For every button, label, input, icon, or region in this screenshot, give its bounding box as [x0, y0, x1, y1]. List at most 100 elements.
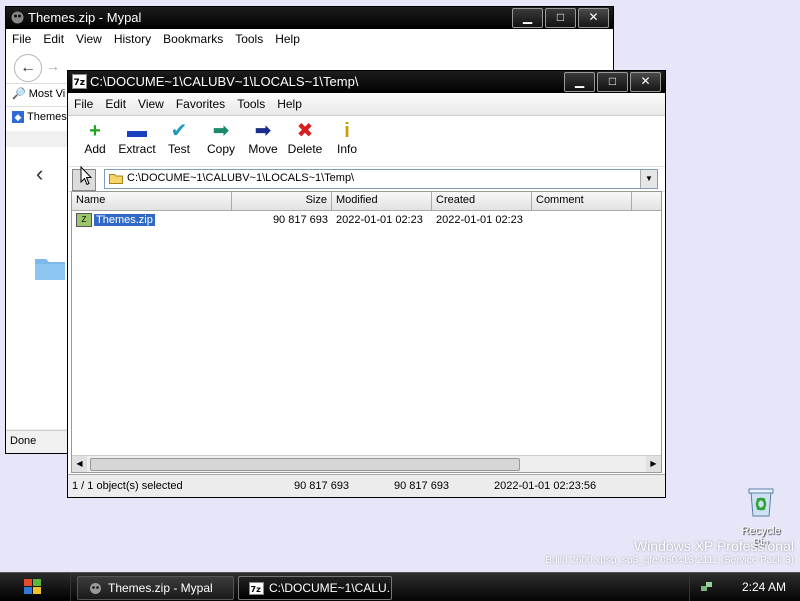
mypal-title: Themes.zip - Mypal: [28, 10, 142, 25]
mypal-close-button[interactable]: ✕: [578, 8, 609, 28]
sevenzip-menu-help[interactable]: Help: [271, 97, 308, 111]
clock[interactable]: 2:24 AM: [742, 580, 786, 594]
address-row: C:\DOCUME~1\CALUBV~1\LOCALS~1\Temp\ ▼: [68, 167, 665, 192]
sevenzip-menu-file[interactable]: File: [68, 97, 99, 111]
sevenzip-app-icon: 7z: [72, 74, 87, 89]
sevenzip-menu-view[interactable]: View: [132, 97, 170, 111]
bookmark-most-visited[interactable]: 🔎 Most Vi: [12, 87, 65, 100]
cell-size: 90 817 693: [272, 214, 328, 226]
copy-button[interactable]: ➡ Copy: [200, 120, 242, 166]
info-button[interactable]: i Info: [326, 120, 368, 166]
extract-icon: ▬: [127, 120, 147, 142]
file-name: Themes.zip: [94, 213, 155, 226]
folder-icon: [109, 174, 123, 184]
tab-themes[interactable]: ◆ Themes: [12, 111, 67, 124]
sevenzip-menu-favorites[interactable]: Favorites: [170, 97, 231, 111]
scroll-left-icon[interactable]: ◀: [72, 456, 87, 472]
back-button[interactable]: ←: [14, 54, 42, 82]
horizontal-scrollbar[interactable]: ◀ ▶: [72, 455, 661, 472]
copy-icon: ➡: [212, 120, 230, 142]
cell-modified: 2022-01-01 02:23: [336, 214, 423, 226]
info-label: Info: [336, 142, 357, 156]
sevenzip-minimize-button[interactable]: ▁: [564, 72, 595, 92]
recycle-bin-icon: [748, 488, 774, 517]
taskbar: Themes.zip - Mypal 7z C:\DOCUME~1\CALU..…: [0, 572, 800, 601]
sevenzip-close-button[interactable]: ✕: [630, 72, 661, 92]
start-button[interactable]: [0, 573, 71, 601]
sevenzip-menu-tools[interactable]: Tools: [231, 97, 271, 111]
os-watermark-build: Build 2600.xpsp_sp3_qfe.080413-2111 (Ser…: [545, 555, 794, 566]
status-size: 90 817 693: [294, 480, 350, 492]
extract-label: Extract: [118, 142, 156, 156]
status-packed: 90 817 693: [394, 480, 450, 492]
sevenzip-statusbar: 1 / 1 object(s) selected 90 817 693 90 8…: [68, 474, 665, 497]
svg-text:7z: 7z: [251, 585, 262, 594]
taskbar-item-label: Themes.zip - Mypal: [108, 581, 213, 595]
mypal-status-text: Done: [10, 435, 37, 447]
forward-button[interactable]: →: [46, 58, 60, 74]
column-name[interactable]: Name: [72, 192, 232, 210]
chevron-down-icon[interactable]: ▼: [640, 170, 657, 188]
taskbar-item-label: C:\DOCUME~1\CALU...: [269, 581, 392, 595]
network-icon[interactable]: [700, 580, 713, 593]
sevenzip-maximize-button[interactable]: □: [597, 72, 628, 92]
mouse-cursor-icon: [80, 166, 92, 186]
move-button[interactable]: ➡ Move: [242, 120, 284, 166]
table-row[interactable]: Z Themes.zip 90 817 693 2022-01-01 02:23 …: [72, 211, 661, 229]
sevenzip-toolbar: + Add ▬ Extract ✔ Test ➡ Copy ➡ Move ✖ D…: [68, 116, 665, 167]
status-selected: 1 / 1 object(s) selected: [72, 480, 183, 492]
folder-icon[interactable]: [34, 255, 66, 281]
test-button[interactable]: ✔ Test: [158, 120, 200, 166]
zip-file-icon: Z: [76, 213, 92, 227]
bookmark-label: Most Vi: [28, 88, 66, 100]
cell-created: 2022-01-01 02:23: [436, 214, 523, 226]
sevenzip-menu-edit[interactable]: Edit: [99, 97, 132, 111]
test-label: Test: [167, 142, 190, 156]
add-label: Add: [84, 142, 106, 156]
sevenzip-titlebar[interactable]: 7z C:\DOCUME~1\CALUBV~1\LOCALS~1\Temp\ ▁…: [68, 71, 665, 93]
delete-button[interactable]: ✖ Delete: [284, 120, 326, 166]
sevenzip-title: C:\DOCUME~1\CALUBV~1\LOCALS~1\Temp\: [90, 74, 359, 89]
mypal-menu-history[interactable]: History: [108, 32, 157, 46]
sevenzip-app-icon: 7z: [249, 582, 264, 596]
mypal-menu-file[interactable]: File: [6, 32, 37, 46]
scrollbar-thumb[interactable]: [90, 458, 520, 471]
forward-arrow-icon: →: [46, 58, 60, 74]
taskbar-item-mypal[interactable]: Themes.zip - Mypal: [77, 576, 234, 600]
mypal-menu-help[interactable]: Help: [269, 32, 306, 46]
mypal-menu-edit[interactable]: Edit: [37, 32, 70, 46]
taskbar-item-sevenzip[interactable]: 7z C:\DOCUME~1\CALU...: [238, 576, 392, 600]
mypal-menu-bookmarks[interactable]: Bookmarks: [157, 32, 229, 46]
mypal-maximize-button[interactable]: □: [545, 8, 576, 28]
column-size[interactable]: Size: [232, 192, 332, 210]
mypal-menu-view[interactable]: View: [70, 32, 108, 46]
svg-text:7z: 7z: [74, 78, 86, 88]
system-tray: 2:24 AM: [689, 573, 800, 601]
info-icon: i: [344, 120, 350, 142]
column-created[interactable]: Created: [432, 192, 532, 210]
column-modified[interactable]: Modified: [332, 192, 432, 210]
sevenzip-window: 7z C:\DOCUME~1\CALUBV~1\LOCALS~1\Temp\ ▁…: [67, 70, 666, 498]
file-list-header: Name Size Modified Created Comment: [72, 192, 661, 211]
delete-label: Delete: [287, 142, 323, 156]
mypal-app-icon: [11, 11, 24, 24]
mypal-menu-tools[interactable]: Tools: [229, 32, 269, 46]
chevron-left-icon[interactable]: ‹: [36, 161, 43, 187]
column-comment[interactable]: Comment: [532, 192, 632, 210]
extract-button[interactable]: ▬ Extract: [116, 120, 158, 166]
address-combobox[interactable]: C:\DOCUME~1\CALUBV~1\LOCALS~1\Temp\ ▼: [104, 169, 658, 189]
dropbox-icon: ◆: [12, 111, 24, 124]
delete-icon: ✖: [296, 120, 314, 142]
copy-label: Copy: [206, 142, 235, 156]
magnifier-icon: 🔎: [12, 88, 26, 100]
back-arrow-icon: ←: [20, 59, 36, 76]
mypal-menubar: File Edit View History Bookmarks Tools H…: [6, 29, 613, 49]
address-path: C:\DOCUME~1\CALUBV~1\LOCALS~1\Temp\: [127, 172, 355, 184]
file-list: Name Size Modified Created Comment Z Them…: [71, 191, 662, 473]
mypal-minimize-button[interactable]: ▁: [512, 8, 543, 28]
mypal-titlebar[interactable]: Themes.zip - Mypal ▁ □ ✕: [6, 7, 613, 29]
scroll-right-icon[interactable]: ▶: [646, 456, 661, 472]
windows-logo-icon: [24, 579, 41, 594]
add-button[interactable]: + Add: [74, 120, 116, 166]
sevenzip-menubar: File Edit View Favorites Tools Help: [68, 93, 665, 116]
